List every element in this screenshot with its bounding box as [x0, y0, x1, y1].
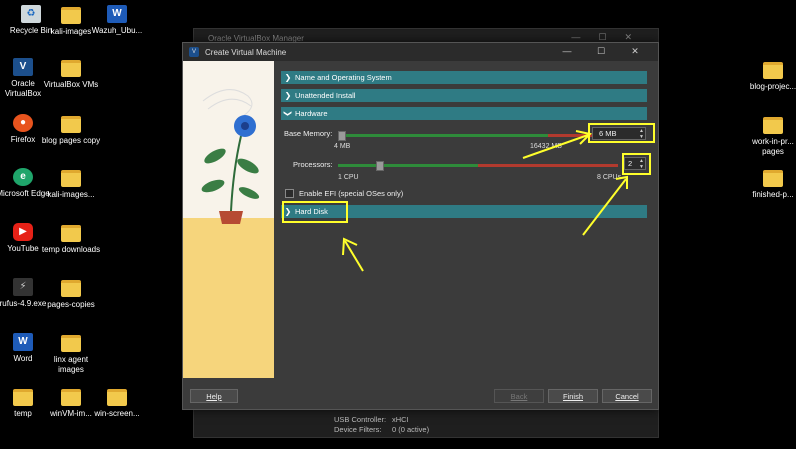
back-button[interactable]: Back [494, 389, 544, 403]
wizard-illustration [183, 61, 274, 378]
usb-icon: ⚡ [13, 278, 33, 296]
desktop-icon-virtualbox-vms[interactable]: VirtualBox VMs [40, 58, 102, 90]
folder-icon [61, 170, 81, 187]
desktop-icon-label: Wazuh_Ubu... [91, 26, 143, 35]
chevron-right-icon: ❯ [284, 91, 292, 100]
desktop-icon-blog-projects[interactable]: blog-projec... [742, 60, 796, 92]
desktop-icon-wazuh-doc[interactable]: W Wazuh_Ubu... [86, 5, 148, 36]
cancel-button[interactable]: Cancel [602, 389, 652, 403]
processors-label: Processors: [293, 160, 333, 169]
highlight-box-hard-disk [282, 201, 348, 223]
desktop-icon-label: blog-projec... [749, 82, 796, 91]
dialog-footer: Help Back Finish Cancel [183, 379, 658, 409]
folder-icon [13, 389, 33, 406]
desktop-icon-label: work-in-pr... pages [752, 137, 794, 156]
folder-icon [61, 7, 81, 24]
desktop-icon-label: finished-p... [752, 190, 794, 199]
usb-controller-value: xHCI [392, 415, 409, 424]
folder-icon [61, 280, 81, 297]
processors-slider-thumb[interactable] [376, 161, 384, 171]
firefox-icon: ● [13, 114, 33, 132]
folder-icon [61, 60, 81, 77]
highlight-box-memory [588, 123, 655, 143]
virtualbox-icon: V [13, 58, 33, 76]
base-memory-label: Base Memory: [284, 129, 333, 138]
edge-icon: e [13, 168, 33, 186]
folder-icon [763, 170, 783, 187]
section-unattended[interactable]: ❯ Unattended Install [281, 89, 647, 102]
recycle-bin-icon: ♻ [21, 5, 41, 23]
chevron-down-icon: ❯ [283, 110, 293, 117]
device-filters-value: 0 (0 active) [392, 425, 430, 434]
desktop-icon-label: win-screen... [94, 409, 140, 418]
desktop-icon-label: blog pages copy [41, 136, 101, 145]
desktop-icon-work-in-progress[interactable]: work-in-pr... pages [742, 115, 796, 157]
enable-efi-checkbox[interactable]: Enable EFI (special OSes only) [285, 189, 403, 198]
desktop-icon-kali-images-2[interactable]: kali-images... [40, 168, 102, 200]
desktop-icon-temp-downloads[interactable]: temp downloads [40, 223, 102, 255]
desktop-icon-label: pages-copies [47, 300, 95, 309]
wizard-content[interactable]: ❯ Name and Operating System ❯ Unattended… [281, 71, 647, 125]
memory-min-label: 4 MB [334, 143, 351, 150]
section-hardware[interactable]: ❯ Hardware [281, 107, 647, 120]
usb-info: USB Controller: xHCI Device Filters: 0 (0 … [334, 415, 429, 435]
desktop-icon-label: VirtualBox VMs [43, 80, 99, 89]
word-doc-icon: W [107, 5, 127, 23]
folder-icon [61, 335, 81, 352]
desktop-icon-pages-copies[interactable]: pages-copies [40, 278, 102, 310]
usb-controller-label: USB Controller: [334, 415, 387, 424]
help-button[interactable]: Help [190, 389, 238, 403]
word-icon: W [13, 333, 33, 351]
section-name-os-label: Name and Operating System [295, 73, 392, 82]
finish-button[interactable]: Finish [548, 389, 598, 403]
folder-icon [763, 62, 783, 79]
enable-efi-label: Enable EFI (special OSes only) [299, 189, 404, 198]
folder-icon [61, 389, 81, 406]
desktop-icon-win-screen[interactable]: win-screen... [86, 387, 148, 419]
close-icon[interactable]: ✕ [618, 46, 652, 57]
virtualbox-logo-icon: V [189, 47, 199, 57]
plant-illustration [201, 89, 260, 224]
desktop-icon-blog-pages-copy[interactable]: blog pages copy [40, 114, 102, 146]
base-memory-slider-thumb[interactable] [338, 131, 346, 141]
desktop-icon-label: linx agent images [53, 355, 89, 374]
folder-icon [61, 116, 81, 133]
desktop-icon-label: temp downloads [41, 245, 101, 254]
minimize-icon[interactable]: — [550, 46, 584, 56]
chevron-right-icon: ❯ [284, 73, 292, 82]
folder-icon [763, 117, 783, 134]
maximize-icon[interactable]: ☐ [584, 46, 618, 57]
device-filters-label: Device Filters: [334, 425, 382, 434]
folder-icon [107, 389, 127, 406]
create-vm-dialog[interactable]: V Create Virtual Machine — ☐ ✕ ❯ Name and … [182, 42, 659, 410]
section-name-os[interactable]: ❯ Name and Operating System [281, 71, 647, 84]
desktop-icon-finished-pages[interactable]: finished-p... [742, 168, 796, 200]
desktop-icon-label: kali-images... [47, 190, 95, 199]
youtube-icon: ▶ [13, 223, 33, 241]
annotation-arrow-processors [582, 175, 628, 236]
section-unattended-label: Unattended Install [295, 91, 356, 100]
processors-min-label: 1 CPU [338, 174, 359, 181]
dialog-title: Create Virtual Machine [205, 47, 287, 57]
checkbox-icon [285, 189, 294, 198]
section-hardware-label: Hardware [295, 109, 328, 118]
desktop-icon-linx-agent-images[interactable]: linx agent images [40, 333, 102, 375]
folder-icon [61, 225, 81, 242]
dialog-titlebar: V Create Virtual Machine — ☐ ✕ [183, 43, 658, 61]
annotation-arrow-memory [522, 130, 593, 159]
annotation-arrow-hard-disk [342, 237, 364, 272]
